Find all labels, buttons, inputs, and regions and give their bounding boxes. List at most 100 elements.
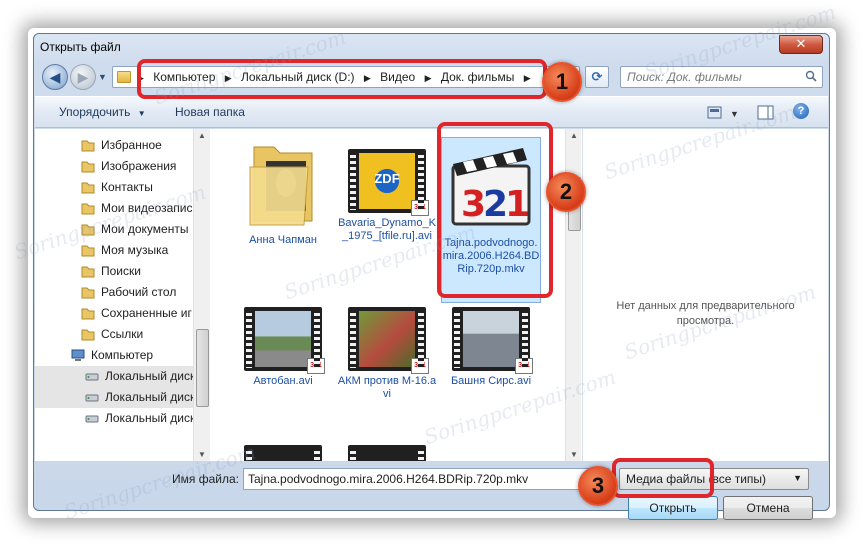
zdf-logo: ZDF <box>374 171 400 186</box>
sidebar-item[interactable]: Компьютер <box>35 345 193 366</box>
sidebar-item[interactable]: Сохраненные иг <box>35 303 193 324</box>
file-item-video[interactable] <box>337 445 437 461</box>
help-button[interactable]: ? <box>793 103 811 123</box>
filename-label: Имя файла: <box>172 472 239 486</box>
refresh-button[interactable]: ⟳ <box>585 66 609 88</box>
preview-message: Нет данных для предварительного просмотр… <box>616 300 795 327</box>
sidebar-scrollbar[interactable]: ▲ ▼ <box>193 129 210 461</box>
organize-label: Упорядочить <box>59 105 131 119</box>
filename-input[interactable]: Tajna.podvodnogo.mira.2006.H264.BDRip.72… <box>243 468 609 490</box>
scroll-down-icon[interactable]: ▼ <box>198 450 206 459</box>
sidebar-item[interactable]: Изображения <box>35 156 193 177</box>
sidebar-item[interactable]: Локальный диск <box>35 387 193 408</box>
sidebar-item[interactable]: Моя музыка <box>35 240 193 261</box>
cancel-button[interactable]: Отмена <box>723 496 813 520</box>
file-name: АКМ против М-16.avi <box>337 375 437 400</box>
video-thumbnail <box>244 445 322 461</box>
preview-pane-icon <box>757 105 774 120</box>
folder-icon <box>81 159 95 173</box>
file-item-video[interactable]: 321 Автобан.avi <box>233 307 333 387</box>
sidebar-item-label: Локальный диск <box>105 411 193 425</box>
video-thumbnail <box>348 445 426 461</box>
organize-button[interactable]: Упорядочить ▼ <box>59 105 146 119</box>
player-badge-icon: 321 <box>307 358 325 374</box>
chevron-down-icon: ▼ <box>137 109 146 118</box>
search-placeholder: Поиск: Док. фильмы <box>627 70 742 84</box>
command-toolbar: Упорядочить ▼ Новая папка ▼ ? <box>35 96 828 128</box>
scroll-down-icon[interactable]: ▼ <box>570 450 578 459</box>
sidebar-item[interactable]: Локальный диск <box>35 366 193 387</box>
sidebar-item-label: Сохраненные иг <box>101 306 192 320</box>
main-content: Избранное Изображения Контакты Мои видеозап… <box>35 129 828 461</box>
sidebar-item-label: Ссылки <box>101 327 144 341</box>
folder-icon <box>81 180 95 194</box>
open-button[interactable]: Открыть <box>628 496 718 520</box>
sidebar-scroll-thumb[interactable] <box>196 329 209 407</box>
video-thumbnail: ZDF 321 <box>348 149 429 216</box>
forward-button[interactable]: ▶ <box>70 64 96 90</box>
new-folder-button[interactable]: Новая папка <box>175 105 245 119</box>
title-bar: Открыть файл ✕ <box>34 34 829 60</box>
folder-icon <box>81 264 95 278</box>
sidebar-item[interactable]: Мои видеозапис <box>35 198 193 219</box>
sidebar-item[interactable]: Мои документы <box>35 219 193 240</box>
highlight-selected-file <box>437 122 553 298</box>
zdf-image: ZDF <box>359 153 415 209</box>
preview-pane-button[interactable] <box>757 103 775 123</box>
player-badge-icon: 321 <box>411 200 429 216</box>
open-file-dialog: Открыть файл ✕ ◀ ▶ ▼ ▶ Компьютер ▶ Локал… <box>33 33 830 520</box>
file-item-video[interactable] <box>233 445 333 461</box>
video-thumbnail: 321 <box>348 307 429 374</box>
sidebar-item[interactable]: Рабочий стол <box>35 282 193 303</box>
player-badge-icon: 321 <box>515 358 533 374</box>
video-thumbnail: 321 <box>244 307 325 374</box>
drive-icon <box>85 369 99 383</box>
file-item-video[interactable]: 321 Башня Сирс.avi <box>441 307 541 387</box>
window-title: Открыть файл <box>40 40 121 54</box>
change-view-button[interactable]: ▼ <box>707 103 741 123</box>
file-item-video[interactable]: 321 АКМ против М-16.avi <box>337 307 437 400</box>
sidebar-item[interactable]: Контакты <box>35 177 193 198</box>
akm-image <box>359 311 415 367</box>
sidebar-item[interactable]: Локальный диск <box>35 408 193 429</box>
views-icon: ▼ <box>707 106 739 119</box>
folder-icon <box>81 327 95 341</box>
sidebar-item-label: Моя музыка <box>101 243 169 257</box>
folder-icon <box>81 306 95 320</box>
step-marker-3: 3 <box>578 466 618 506</box>
step-marker-1: 1 <box>542 62 582 102</box>
drive-icon <box>85 411 99 425</box>
city-image <box>463 311 519 367</box>
sidebar-item[interactable]: Поиски <box>35 261 193 282</box>
navigation-pane: Избранное Изображения Контакты Мои видеозап… <box>35 129 193 461</box>
sidebar-item-label: Поиски <box>101 264 141 278</box>
back-button[interactable]: ◀ <box>42 64 68 90</box>
folder-icon <box>81 138 95 152</box>
file-item-folder[interactable]: Анна Чапман <box>233 137 333 287</box>
highlight-open-button <box>612 458 714 498</box>
search-input[interactable]: Поиск: Док. фильмы <box>620 66 823 88</box>
scroll-up-icon[interactable]: ▲ <box>198 131 206 140</box>
sidebar-item-label: Локальный диск <box>105 369 193 383</box>
sidebar-item-label: Изображения <box>101 159 177 173</box>
computer-icon <box>71 348 85 362</box>
recent-pages-dropdown[interactable]: ▼ <box>98 72 107 82</box>
folder-icon <box>81 243 95 257</box>
folder-icon <box>81 285 95 299</box>
svg-text:▼: ▼ <box>730 109 739 119</box>
sidebar-item-label: Мои видеозапис <box>101 201 193 215</box>
sidebar-item-label: Мои документы <box>101 222 189 236</box>
folder-icon <box>81 201 95 215</box>
sidebar-item[interactable]: Ссылки <box>35 324 193 345</box>
close-button[interactable]: ✕ <box>779 35 823 54</box>
file-name: Башня Сирс.avi <box>450 375 532 387</box>
scroll-up-icon[interactable]: ▲ <box>570 131 578 140</box>
help-icon: ? <box>793 103 809 119</box>
preview-pane: Нет данных для предварительного просмотр… <box>582 129 828 461</box>
player-badge-icon: 321 <box>411 358 429 374</box>
folder-icon <box>249 146 313 226</box>
sidebar-item[interactable]: Избранное <box>35 135 193 156</box>
file-item-video[interactable]: ZDF 321 Bavaria_Dynamo_K_1975_[tfile.ru]… <box>337 137 437 287</box>
folder-icon <box>81 222 95 236</box>
step-marker-2: 2 <box>546 172 586 212</box>
